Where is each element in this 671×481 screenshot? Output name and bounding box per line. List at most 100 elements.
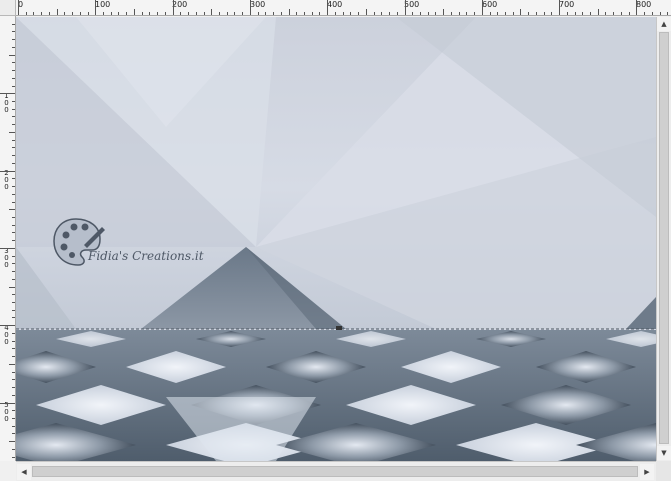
ruler-tick [559,0,561,15]
scrollbar-corner [656,461,671,481]
ruler-corner [0,0,16,16]
image-canvas[interactable]: Fidia's Creations.it [16,17,656,461]
ruler-tick [12,155,15,157]
ruler-tick [497,12,499,15]
ruler-tick [489,12,491,15]
ruler-tick [12,62,15,64]
ruler-tick [41,12,43,15]
ruler-tick [512,12,514,15]
ruler-tick [543,12,545,15]
ruler-tick [12,302,15,303]
scroll-right-arrow-icon[interactable]: ▶ [640,464,654,480]
ruler-tick [12,193,15,195]
ruler-tick [226,12,228,15]
ruler-tick [12,387,15,389]
ruler-tick [551,12,553,15]
ruler-tick [342,12,344,15]
ruler-tick [9,286,15,288]
ruler-tick [412,12,414,15]
ruler-tick [12,108,15,110]
ruler-tick [9,363,15,365]
ruler-tick [12,101,15,103]
ruler-tick [389,12,391,15]
horizontal-scrollbar[interactable]: ◀ ▶ [16,461,656,481]
scroll-down-arrow-icon[interactable]: ▼ [657,446,671,460]
ruler-tick [373,12,375,15]
ruler-tick [481,0,483,15]
ruler-tick [12,433,15,435]
ruler-tick [9,131,15,133]
ruler-tick [0,325,15,327]
ruler-tick [12,147,15,149]
ruler-tick [12,340,15,342]
ruler-tick [0,170,15,172]
vertical-scrollbar[interactable]: ▲ ▼ [656,17,671,461]
ruler-tick [0,247,15,249]
ruler-tick [56,9,58,15]
ruler-tick [319,12,321,15]
ruler-tick [12,116,15,118]
ruler-label: 700 [559,0,575,9]
ruler-tick [72,12,74,15]
ruler-tick [180,12,182,15]
ruler-tick [273,12,275,15]
ruler-tick [12,309,15,311]
ruler-tick [12,394,15,396]
ruler-tick [249,0,251,15]
ruler-tick [265,12,267,15]
watermark-text: Fidia's Creations.it [87,249,204,263]
ruler-tick [133,9,135,15]
ruler-tick [12,216,15,218]
ruler-tick [419,12,421,15]
ruler-tick [651,12,653,15]
ruler-tick [12,178,15,180]
horizontal-scroll-thumb[interactable] [32,466,638,477]
ruler-tick [33,12,35,15]
ruler-tick [288,9,290,15]
ruler-tick [0,93,15,95]
ruler-tick [12,224,15,226]
ruler-tick [659,12,661,15]
ruler-tick [48,12,50,15]
ruler-tick [12,348,15,350]
ruler-tick [296,12,298,15]
ruler-tick [636,0,638,15]
ruler-tick [157,12,159,15]
ruler-label: 600 [482,0,498,9]
ruler-tick [9,54,15,56]
ruler-tick [12,232,15,234]
ruler-tick [12,85,15,87]
ruler-tick [590,12,592,15]
ruler-tick [12,46,15,48]
ruler-tick [12,70,15,72]
ruler-label: 5 0 0 [4,401,9,423]
ruler-label: 800 [636,0,652,9]
ruler-tick [211,9,213,15]
ruler-tick [350,12,352,15]
scroll-left-arrow-icon[interactable]: ◀ [17,464,31,480]
ruler-tick [12,379,15,381]
ruler-tick [12,317,15,319]
ruler-tick [87,12,89,15]
ruler-tick [12,417,15,419]
ruler-tick [474,12,476,15]
ruler-tick [18,0,19,15]
ruler-label: 3 0 0 [4,247,9,269]
ruler-tick [9,209,15,211]
ruler-label: 4 0 0 [4,324,9,346]
ruler-tick [304,12,305,15]
ruler-tick [358,12,360,15]
scroll-up-arrow-icon[interactable]: ▲ [657,17,671,31]
ruler-tick [574,12,576,15]
ruler-tick [12,201,15,203]
vertical-scroll-thumb[interactable] [659,32,669,444]
ruler-tick [582,12,584,15]
ruler-tick [566,12,568,15]
ruler-tick [12,139,15,141]
horizontal-ruler[interactable]: 0 100 200 300 400 500 600 700 800 [16,0,671,16]
vertical-ruler[interactable]: 1 0 0 2 0 0 3 0 0 4 0 0 5 0 0 [0,16,16,461]
ruler-tick [644,12,646,15]
ruler-tick [12,77,15,79]
ruler-tick [620,12,622,15]
ruler-tick [79,12,81,15]
